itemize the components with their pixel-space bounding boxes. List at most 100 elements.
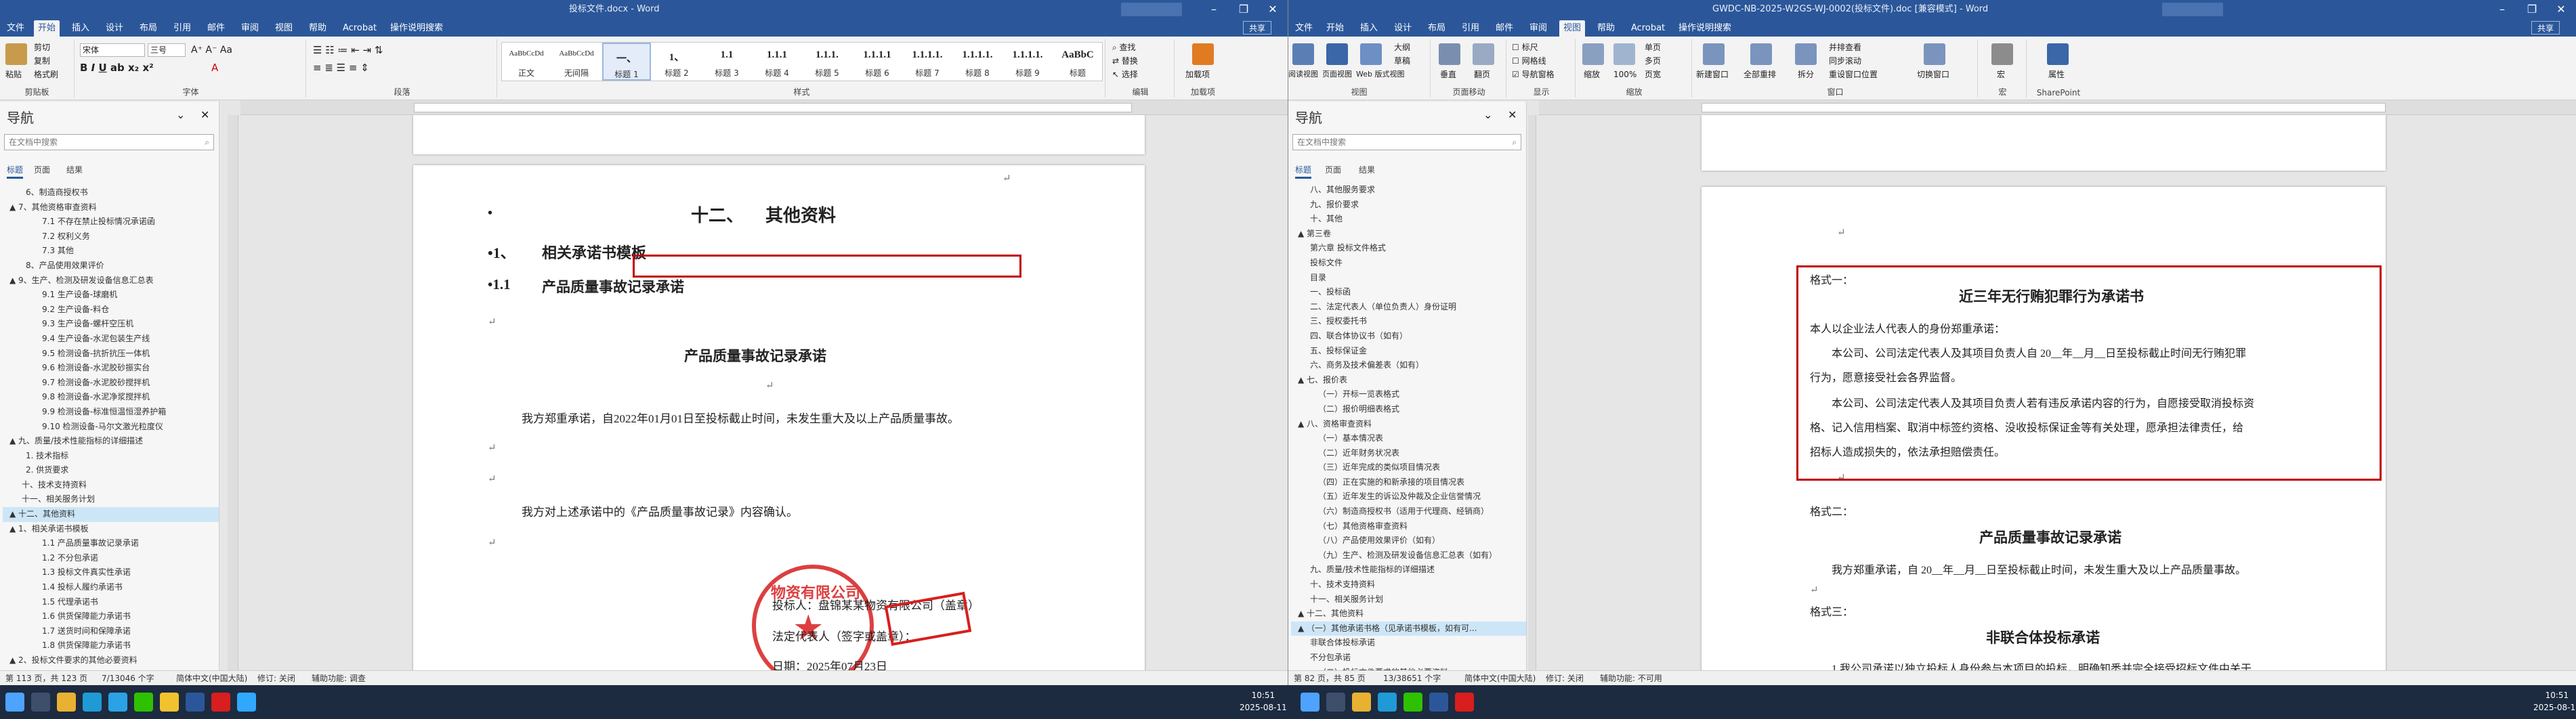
nav-item[interactable]: 第六章 投标文件格式 [1291,241,1526,256]
word-icon[interactable] [186,693,205,712]
zoom-100-button[interactable]: 100% [1613,69,1637,80]
nav-item[interactable]: 八、其他服务要求 [1291,183,1526,198]
tab-references[interactable]: 引用 [1458,20,1483,37]
nav-item[interactable]: 十一、相关服务计划 [3,492,219,507]
minimize-icon[interactable]: – [2487,0,2517,19]
page-width-button[interactable]: 页宽 [1645,69,1661,80]
nav-tab-headings[interactable]: 标题 [7,164,24,179]
nav-item[interactable]: 三、授权委托书 [1291,314,1526,329]
photoshop-icon[interactable] [237,693,256,712]
track-changes[interactable]: 修订: 关闭 [257,671,295,685]
font-color-icon[interactable]: A [211,62,218,73]
share-button[interactable]: 共享 [2531,21,2560,35]
font-format-icons[interactable]: B I U ab x₂ x² [80,62,154,73]
nav-item[interactable]: 二、法定代表人（单位负责人）身份证明 [1291,300,1526,315]
nav-item[interactable]: 8、产品使用效果评价 [3,259,219,274]
nav-item[interactable]: 1. 技术指标 [3,449,219,464]
nav-options-icon[interactable]: ⌄ [176,110,185,121]
tab-view[interactable]: 视图 [1559,20,1586,37]
tab-file[interactable]: 文件 [1291,20,1317,37]
nav-item[interactable]: 9.3 生产设备-螺杆空压机 [3,317,219,332]
tab-acrobat[interactable]: Acrobat [1627,20,1669,37]
nav-item[interactable]: （三）近年完成的类似项目情况表 [1291,460,1526,475]
new-window-icon[interactable] [1703,43,1725,65]
tab-insert[interactable]: 插入 [68,20,93,37]
style-heading6[interactable]: 1.1.1.1 标题 6 [853,43,902,81]
side-to-side-button[interactable]: 翻页 [1474,69,1490,80]
style-heading8[interactable]: 1.1.1.1. 标题 8 [953,43,1002,81]
nav-item[interactable]: 六、商务及技术偏差表（如有） [1291,358,1526,373]
start-icon[interactable] [1301,693,1319,712]
nav-item[interactable]: 1.5 代理承诺书 [3,595,219,610]
nav-item[interactable]: ▲ 十二、其他资料 [3,507,219,522]
font-size-field[interactable]: 三号 [148,43,186,57]
acrobat-icon[interactable] [211,693,230,712]
restore-icon[interactable]: ❐ [1229,0,1259,19]
paste-icon[interactable] [5,43,27,65]
nav-item[interactable]: 7.3 其他 [3,244,219,259]
nav-item[interactable]: 五、投标保证金 [1291,344,1526,359]
style-heading5[interactable]: 1.1.1. 标题 5 [803,43,851,81]
paste-button[interactable]: 粘贴 [5,69,22,80]
web-layout-button[interactable]: Web 版式视图 [1356,69,1404,80]
vertical-icon[interactable] [1439,43,1460,65]
tab-help[interactable]: 帮助 [1593,20,1619,37]
side-by-side-button[interactable]: 并排查看 [1829,42,1861,53]
style-title[interactable]: AaBbC 标题 [1053,43,1102,81]
nav-pane-checkbox[interactable]: ☑ 导航窗格 [1512,69,1555,80]
nav-item[interactable]: 非联合体投标承诺 [1291,636,1526,651]
nav-item[interactable]: 6、制造商授权书 [3,186,219,200]
style-no-spacing[interactable]: AaBbCcDd 无间隔 [552,43,601,81]
nav-item[interactable]: 1.2 不分包承诺 [3,551,219,566]
nav-item[interactable]: ▲ （一）其他承诺书格（见承诺书模板，如有可... [1291,621,1526,636]
taskbar-clock[interactable]: 10:51 2025-08-11 [2533,689,2576,714]
nav-item[interactable]: ▲ 第三卷 [1291,227,1526,242]
replace-button[interactable]: ⇄ 替换 [1112,56,1138,66]
read-view-button[interactable]: 阅读视图 [1288,69,1318,80]
nav-item[interactable]: 7.1 不存在禁止投标情况承诺函 [3,215,219,230]
nav-item[interactable]: 9.5 检测设备-抗折抗压一体机 [3,347,219,362]
nav-item[interactable]: 十、技术支持资料 [3,478,219,493]
word-count[interactable]: 7/13046 个字 [102,671,154,685]
nav-item[interactable]: 1.3 投标文件真实性承诺 [3,565,219,580]
accessibility[interactable]: 辅助功能: 不可用 [1600,671,1662,685]
style-heading1[interactable]: 一、 标题 1 [602,43,651,81]
tell-me-search[interactable]: 操作说明搜索 [386,20,447,37]
tab-acrobat[interactable]: Acrobat [339,20,381,37]
properties-button[interactable]: 属性 [2048,69,2065,80]
page-count[interactable]: 第 113 页，共 123 页 [5,671,87,685]
chrome-icon[interactable] [1352,693,1371,712]
nav-search-input[interactable]: 在文档中搜索 ⌕ [4,134,214,150]
tab-home[interactable]: 开始 [34,20,60,37]
side-to-side-icon[interactable] [1473,43,1494,65]
reset-window-button[interactable]: 重设窗口位置 [1829,69,1878,80]
tab-mailings[interactable]: 邮件 [203,20,229,37]
tell-me-search[interactable]: 操作说明搜索 [1674,20,1735,37]
tab-layout[interactable]: 布局 [135,20,161,37]
tab-view[interactable]: 视图 [271,20,297,37]
title-search-box[interactable] [1121,3,1182,16]
font-name-field[interactable]: 宋体 [80,43,145,57]
word-count[interactable]: 13/38651 个字 [1383,671,1441,685]
tab-home[interactable]: 开始 [1322,20,1348,37]
nav-item[interactable]: 9.1 生产设备-球磨机 [3,288,219,303]
nav-item[interactable]: 十、其他 [1291,212,1526,227]
zoom-button[interactable]: 缩放 [1584,69,1600,80]
nav-options-icon[interactable]: ⌄ [1483,110,1492,121]
close-icon[interactable]: ✕ [1258,0,1288,19]
nav-item[interactable]: （二）近年财务状况表 [1291,446,1526,461]
nav-item[interactable]: 九、质量/技术性能指标的详细描述 [1291,563,1526,578]
nav-tab-results[interactable]: 结果 [1359,164,1375,175]
list-icons[interactable]: ☰ ☷ ≔ ⇤ ⇥ ⇅ [313,45,383,56]
nav-item[interactable]: 1.1 产品质量事故记录承诺 [3,536,219,551]
title-search-box[interactable] [2162,3,2223,16]
edge-icon[interactable] [83,693,102,712]
tab-insert[interactable]: 插入 [1356,20,1382,37]
wechat-icon[interactable] [1403,693,1422,712]
nav-item[interactable]: ▲ 十二、其他资料 [1291,607,1526,622]
tab-review[interactable]: 审阅 [237,20,263,37]
addin-button[interactable]: 加载项 [1185,69,1210,80]
tab-mailings[interactable]: 邮件 [1492,20,1517,37]
page-count[interactable]: 第 82 页，共 85 页 [1294,671,1366,685]
draft-button[interactable]: 草稿 [1394,56,1410,66]
